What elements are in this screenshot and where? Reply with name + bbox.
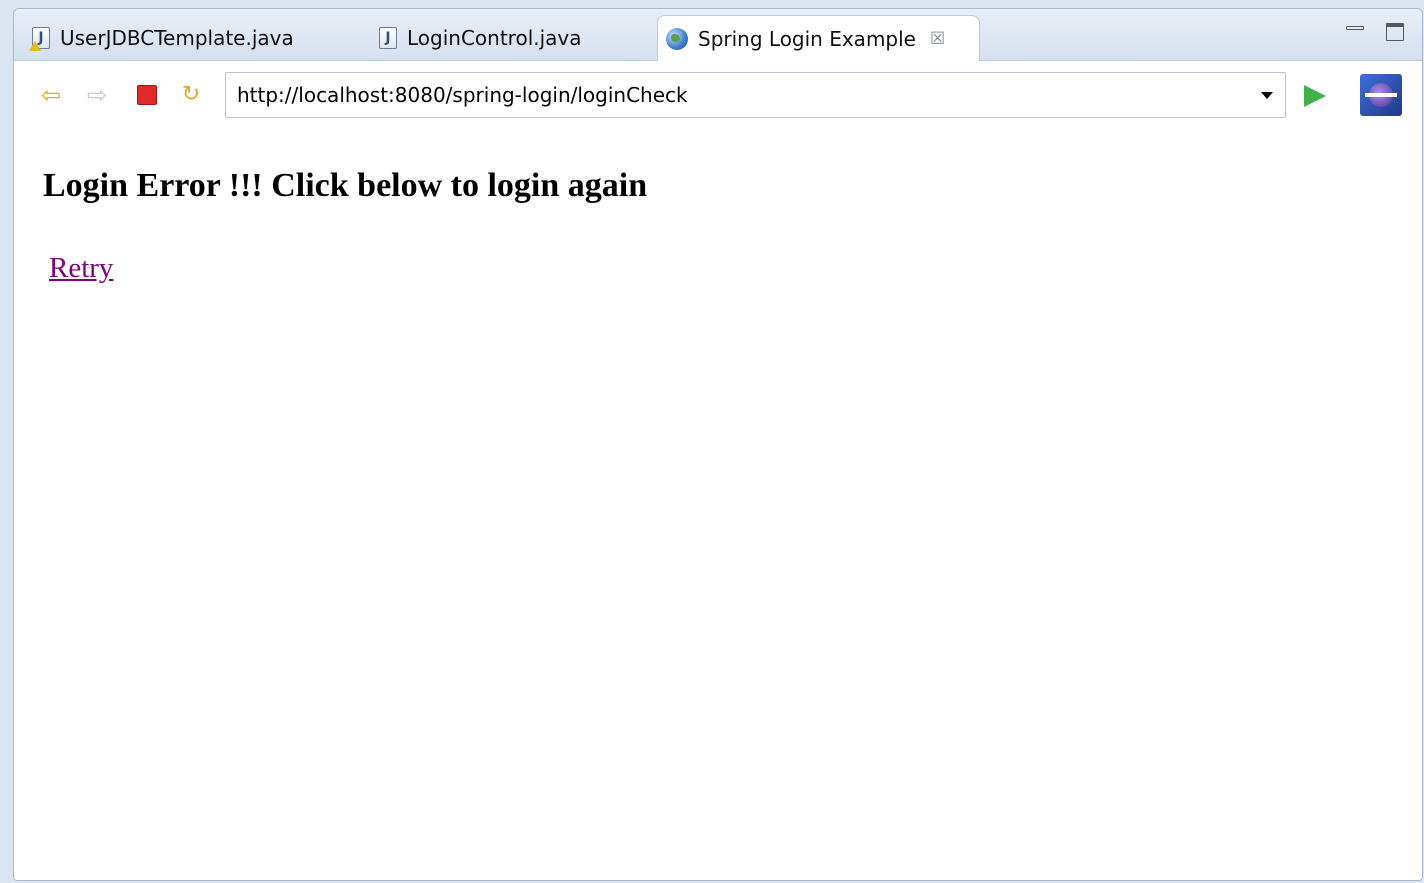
tab-label: LoginControl.java	[407, 26, 582, 50]
maximize-icon[interactable]	[1386, 23, 1404, 41]
java-file-warning-icon: J	[29, 27, 50, 51]
page-content: Login Error !!! Click below to login aga…	[14, 125, 1422, 880]
forward-arrow-icon[interactable]: ⇨	[82, 81, 112, 109]
chevron-down-icon[interactable]	[1261, 91, 1273, 99]
go-icon[interactable]	[1304, 85, 1326, 107]
url-input[interactable]	[237, 83, 1261, 107]
minimize-icon[interactable]	[1346, 26, 1364, 30]
tab-logincontrol[interactable]: J LoginControl.java	[371, 15, 582, 61]
close-icon[interactable]: ☒	[930, 30, 945, 48]
editor-tab-bar: J UserJDBCTemplate.java J LoginControl.j…	[14, 9, 1422, 62]
back-arrow-icon[interactable]: ⇦	[36, 81, 66, 109]
url-bar[interactable]	[225, 72, 1286, 118]
stop-icon	[137, 85, 157, 105]
tab-userjdbctemplate[interactable]: J UserJDBCTemplate.java	[24, 15, 294, 61]
tab-label: UserJDBCTemplate.java	[60, 26, 294, 50]
window-controls	[1346, 23, 1404, 41]
tab-spring-login-example[interactable]: Spring Login Example ☒	[657, 15, 980, 62]
page-heading: Login Error !!! Click below to login aga…	[43, 167, 648, 204]
java-file-icon: J	[379, 27, 397, 49]
stop-button[interactable]	[132, 81, 162, 109]
browser-window: J UserJDBCTemplate.java J LoginControl.j…	[13, 8, 1423, 881]
retry-link[interactable]: Retry	[49, 252, 113, 285]
tab-label: Spring Login Example	[698, 27, 916, 51]
browser-toolbar: ⇦ ⇨ ↻	[14, 61, 1422, 125]
refresh-icon[interactable]: ↻	[176, 81, 206, 109]
globe-icon	[666, 28, 688, 50]
eclipse-icon[interactable]	[1360, 74, 1402, 116]
